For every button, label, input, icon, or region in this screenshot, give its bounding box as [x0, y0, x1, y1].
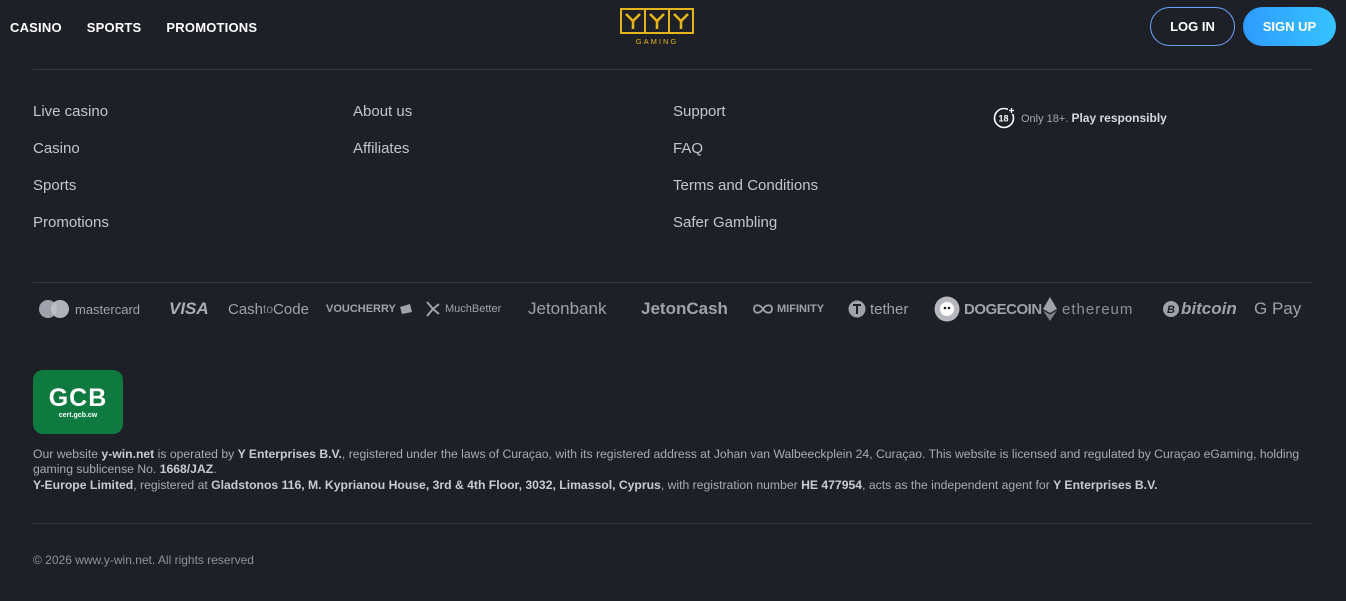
tether-icon: [848, 300, 866, 318]
footer-link-terms[interactable]: Terms and Conditions: [673, 177, 818, 195]
footer-link-live-casino[interactable]: Live casino: [33, 103, 109, 121]
footer-link-affiliates[interactable]: Affiliates: [353, 140, 412, 158]
logo-text: GAMING: [636, 37, 678, 46]
footer-column-games: Live casino Casino Sports Promotions: [33, 103, 109, 232]
payment-voucherry: VOUCHERRY: [326, 294, 413, 324]
infinity-icon: [753, 304, 773, 314]
bitcoin-icon: B: [1163, 301, 1179, 317]
footer-link-safer-gambling[interactable]: Safer Gambling: [673, 214, 818, 232]
footer-link-sports[interactable]: Sports: [33, 177, 109, 195]
payment-methods: mastercard VISA Cash to Code VOUCHERRY Muc…: [38, 294, 1313, 324]
age-prefix: Only 18+.: [1021, 113, 1069, 125]
header-divider: [33, 69, 1313, 70]
footer-link-support[interactable]: Support: [673, 103, 818, 121]
voucher-icon: [399, 304, 412, 314]
site-logo[interactable]: GAMING: [620, 8, 694, 46]
payment-jetoncash: JetonCash: [641, 299, 728, 318]
payments-divider-top: [33, 282, 1313, 283]
gcb-badge-title: GCB: [48, 383, 108, 412]
nav-sports[interactable]: SPORTS: [87, 20, 142, 35]
mastercard-icon: [39, 300, 69, 318]
footer-link-faq[interactable]: FAQ: [673, 140, 818, 158]
main-nav: CASINO SPORTS PROMOTIONS: [10, 20, 257, 35]
payment-mifinity: MIFINITY: [752, 294, 824, 324]
nav-promotions[interactable]: PROMOTIONS: [166, 20, 257, 35]
copyright-text: © 2026 www.y-win.net. All rights reserve…: [33, 553, 254, 567]
svg-text:B: B: [1167, 304, 1175, 316]
payment-mastercard: mastercard: [38, 294, 140, 324]
age-restriction-notice: 18 Only 18+. Play responsibly: [993, 107, 1167, 129]
legal-paragraph-1: Our website y-win.net is operated by Y E…: [33, 447, 1300, 477]
footer-link-promotions[interactable]: Promotions: [33, 214, 109, 232]
payment-ethereum: ethereum: [1043, 294, 1133, 324]
top-navigation-bar: CASINO SPORTS PROMOTIONS GAMING LOG IN S…: [0, 0, 1346, 54]
ethereum-icon: [1043, 297, 1057, 321]
payment-visa: VISA: [169, 299, 209, 318]
footer-divider-bottom: [33, 523, 1313, 524]
gcb-badge-url: cert.gcb.cw: [58, 411, 98, 419]
footer-link-about-us[interactable]: About us: [353, 103, 412, 121]
footer-column-help: Support FAQ Terms and Conditions Safer G…: [673, 103, 818, 232]
gcb-license-badge[interactable]: GCB cert.gcb.cw: [33, 370, 123, 434]
payment-tether: tether: [848, 294, 908, 324]
legal-text: Our website y-win.net is operated by Y E…: [33, 447, 1318, 493]
payment-dogecoin: DOGECOIN: [934, 294, 1042, 324]
payment-gpay: G Pay: [1254, 299, 1302, 318]
footer-link-casino[interactable]: Casino: [33, 140, 109, 158]
svg-text:18: 18: [998, 114, 1008, 124]
payment-jetonbank: Jetonbank: [528, 299, 607, 318]
age-18-icon: 18: [993, 107, 1015, 129]
payment-cashtocode: Cash to Code: [228, 300, 309, 318]
login-button[interactable]: LOG IN: [1150, 7, 1235, 46]
dogecoin-icon: [934, 296, 960, 322]
legal-paragraph-2: Y-Europe Limited, registered at Gladston…: [33, 477, 1158, 492]
play-responsibly-link[interactable]: Play responsibly: [1071, 111, 1166, 125]
muchbetter-icon: [426, 301, 440, 317]
payment-muchbetter: MuchBetter: [425, 294, 501, 324]
nav-casino[interactable]: CASINO: [10, 20, 62, 35]
footer-column-company: About us Affiliates: [353, 103, 412, 158]
signup-button[interactable]: SIGN UP: [1243, 7, 1336, 46]
payment-bitcoin: B bitcoin: [1163, 294, 1237, 324]
